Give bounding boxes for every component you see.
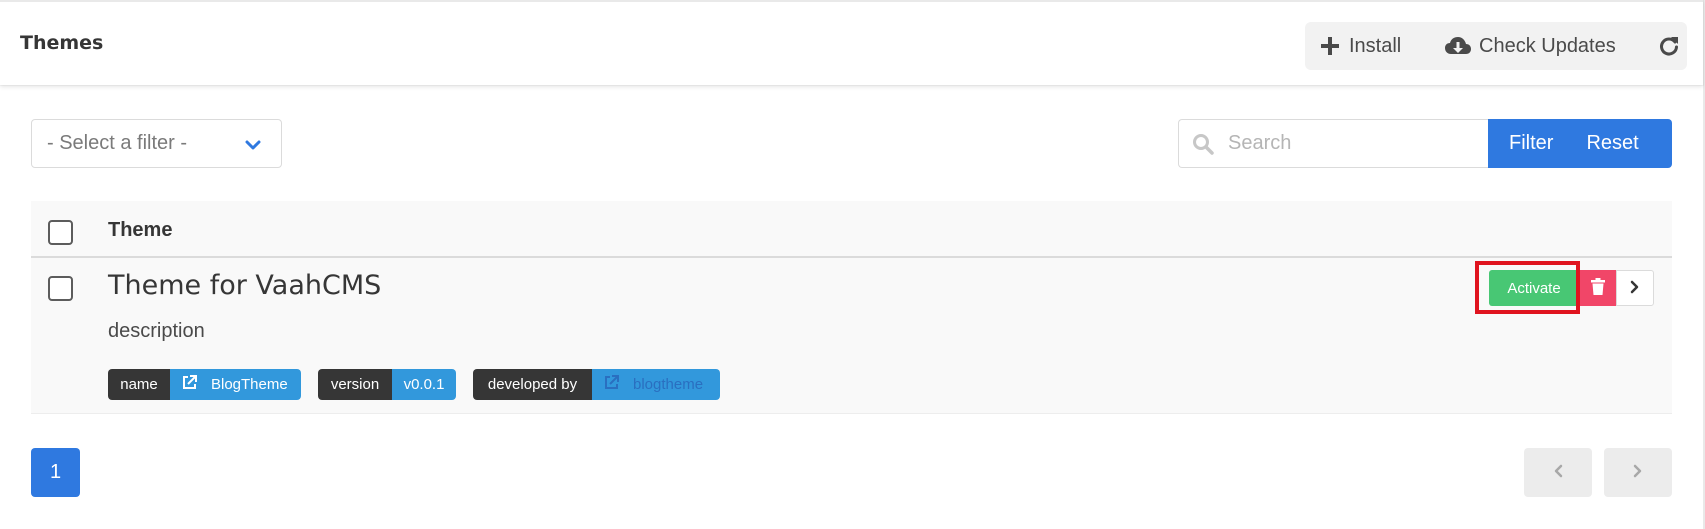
plus-icon xyxy=(1321,37,1339,55)
themes-table: Theme Theme for VaahCMS description name… xyxy=(31,201,1672,414)
expand-row-button[interactable] xyxy=(1616,270,1654,306)
external-link-icon xyxy=(604,375,619,394)
tag-value: blogtheme xyxy=(633,376,704,393)
trash-icon xyxy=(1590,277,1605,299)
tag-name-link[interactable]: BlogTheme xyxy=(170,369,301,400)
filter-select-value: - Select a filter - xyxy=(47,132,188,154)
check-updates-button[interactable]: Check Updates xyxy=(1433,22,1643,70)
chevron-right-icon xyxy=(1630,279,1640,298)
search-icon xyxy=(1192,133,1214,159)
themes-header: Themes Install Check Updates xyxy=(0,0,1703,85)
tag-value: BlogTheme xyxy=(211,376,288,393)
install-button[interactable]: Install xyxy=(1305,22,1433,70)
check-updates-label: Check Updates xyxy=(1479,34,1616,57)
refresh-icon xyxy=(1659,36,1679,56)
cloud-download-icon xyxy=(1445,36,1471,56)
tag-name: name BlogTheme xyxy=(108,369,301,400)
filter-button[interactable]: Filter xyxy=(1509,132,1553,155)
tag-developed-by: developed by blogtheme xyxy=(473,369,720,400)
row-actions: Activate xyxy=(1489,270,1654,306)
chevron-down-icon xyxy=(245,136,261,159)
page-title: Themes xyxy=(20,32,104,54)
table-row: Theme for VaahCMS description name BlogT… xyxy=(31,258,1672,414)
external-link-icon xyxy=(182,375,197,394)
table-header: Theme xyxy=(31,201,1672,258)
pagination-page-current[interactable]: 1 xyxy=(31,448,80,497)
header-button-group: Install Check Updates xyxy=(1305,22,1687,70)
theme-description: description xyxy=(108,320,205,342)
tag-value: v0.0.1 xyxy=(392,369,456,400)
filter-button-group: Filter Reset xyxy=(1488,119,1672,168)
delete-button[interactable] xyxy=(1579,270,1616,306)
filter-select[interactable]: - Select a filter - xyxy=(31,119,282,168)
row-checkbox[interactable] xyxy=(48,276,73,301)
chevron-left-icon xyxy=(1553,463,1563,482)
install-label: Install xyxy=(1349,34,1402,57)
column-header-theme: Theme xyxy=(108,219,173,241)
tag-key: name xyxy=(108,369,170,400)
refresh-button[interactable] xyxy=(1643,22,1687,70)
select-all-checkbox[interactable] xyxy=(48,220,73,245)
tag-version: version v0.0.1 xyxy=(318,369,456,400)
search-input[interactable] xyxy=(1179,120,1488,167)
reset-button[interactable]: Reset xyxy=(1586,132,1638,155)
theme-title: Theme for VaahCMS xyxy=(108,270,382,301)
pagination-previous-button[interactable] xyxy=(1524,448,1592,497)
pagination-next-button[interactable] xyxy=(1604,448,1672,497)
tag-developer-link[interactable]: blogtheme xyxy=(592,369,720,400)
tag-key: version xyxy=(318,369,392,400)
tag-key: developed by xyxy=(473,369,592,400)
theme-tags: name BlogTheme version v0.0.1 developed … xyxy=(108,369,737,400)
chevron-right-icon xyxy=(1633,463,1643,482)
activate-button[interactable]: Activate xyxy=(1489,270,1579,306)
search-box xyxy=(1178,119,1488,168)
